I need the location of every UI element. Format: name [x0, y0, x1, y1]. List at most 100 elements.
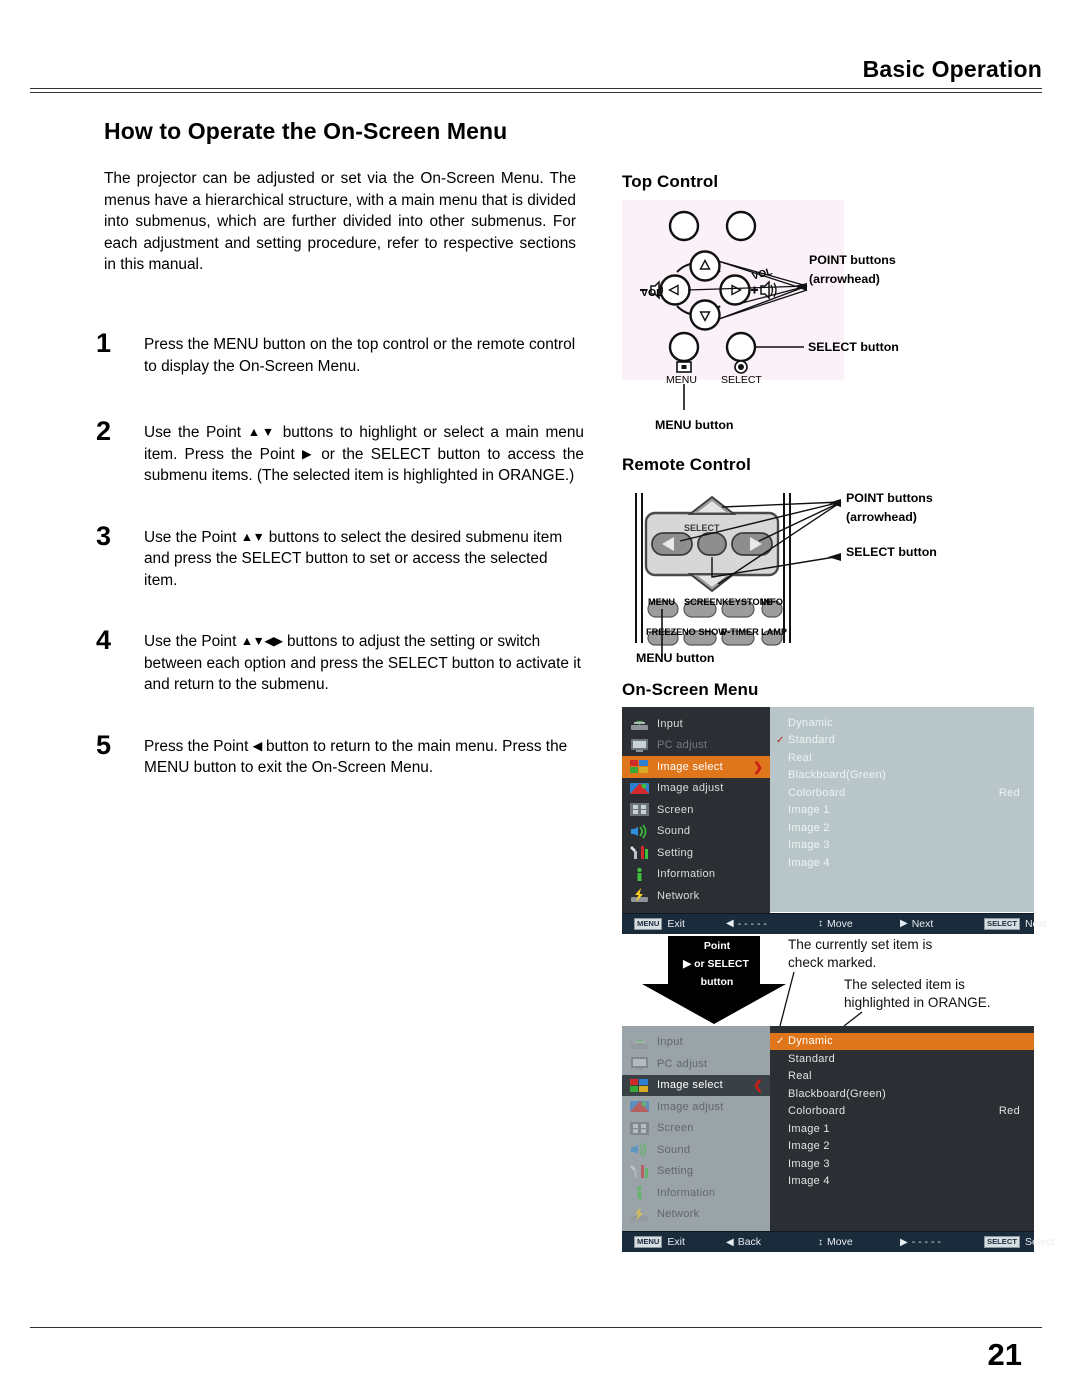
osm-option-dynamic[interactable]: Dynamic — [770, 714, 1034, 732]
input-icon — [629, 1034, 650, 1050]
point-right-glyph: ▶ — [301, 446, 315, 461]
osm-menu-item-setting[interactable]: Setting — [622, 1161, 770, 1183]
step-5: 5 Press the Point ◀ button to return to … — [96, 730, 584, 790]
osm1-status-bar: MENU Exit ◀ - - - - - ↕ Move ▶ Next SELECT Next — [622, 912, 1047, 934]
osm-menu-item-label: Input — [657, 717, 683, 730]
point-updown-glyph: ▲▼ — [240, 529, 265, 544]
osm-option-image-4[interactable]: Image 4 — [770, 1173, 1034, 1191]
osm-menu-item-pc-adjust[interactable]: PC adjust — [622, 1053, 770, 1075]
osm-option-image-4[interactable]: Image 4 — [770, 854, 1034, 872]
osm-key-badge-menu: MENU — [634, 917, 663, 930]
osm-option-dynamic[interactable]: ✓ Dynamic — [770, 1032, 1034, 1050]
osm-option-checkmark-icon: ✓ — [776, 1035, 785, 1047]
osm-option-blackboard-green-[interactable]: Blackboard(Green) — [770, 1085, 1034, 1103]
osm-menu-item-network[interactable]: Network — [622, 885, 770, 907]
osm-menu-item-sound[interactable]: Sound — [622, 821, 770, 843]
information-icon — [629, 867, 650, 882]
osm-status-cell: ↕ Move — [818, 1236, 853, 1248]
remote-control-section: Remote Control SELECT MENU SCREEN KEYSTO… — [622, 455, 1052, 665]
osm-menu-item-label: Screen — [657, 1122, 694, 1135]
remote-select-label: SELECT — [684, 523, 720, 533]
osm-menu-item-image-adjust[interactable]: Image adjust — [622, 778, 770, 800]
osm-option-image-2[interactable]: Image 2 — [770, 1138, 1034, 1156]
osm-menu-item-information[interactable]: Information — [622, 1182, 770, 1204]
osm-menu-item-label: Input — [657, 1036, 683, 1049]
osm-option-blackboard-green-[interactable]: Blackboard(Green) — [770, 767, 1034, 785]
transition-line2: ▶ or SELECT — [668, 958, 764, 970]
remote-btn-label-screen: SCREEN — [684, 597, 723, 607]
osm-option-label: Image 4 — [788, 856, 830, 869]
osm-status-label: Next — [911, 917, 934, 930]
steps-list: 1 Press the MENU button on the top contr… — [96, 328, 584, 824]
osm-option-label: Image 3 — [788, 1157, 830, 1170]
top-blank-button-right — [725, 210, 757, 242]
page-title: How to Operate the On-Screen Menu — [104, 118, 508, 144]
osm-menu-item-input[interactable]: Input — [622, 1032, 770, 1054]
osm-menu-item-label: Image adjust — [657, 782, 724, 795]
osm-option-real[interactable]: Real — [770, 1068, 1034, 1086]
page-number: 21 — [987, 1337, 1022, 1372]
step-text-a: Use the Point — [144, 633, 241, 650]
osm-menu-item-image-select[interactable]: Image select ❯ — [622, 756, 770, 778]
menu-button-circle[interactable] — [668, 331, 700, 363]
osm-menu-item-setting[interactable]: Setting — [622, 842, 770, 864]
osm-option-image-3[interactable]: Image 3 — [770, 1155, 1034, 1173]
osm-status-label: - - - - - — [737, 917, 767, 930]
step-text: Use the Point ▲▼ buttons to highlight or… — [144, 422, 584, 487]
osm-option-colorboard[interactable]: Colorboard Red — [770, 784, 1034, 802]
osm-key-badge-menu: MENU — [634, 1236, 663, 1248]
setting-icon — [629, 1164, 650, 1179]
osm-status-arrow-icon: ▶ — [900, 918, 908, 929]
osm-menu-item-label: Image select — [657, 1079, 723, 1092]
osm-option-standard[interactable]: Standard — [770, 1050, 1034, 1068]
osm-option-label: Image 2 — [788, 821, 830, 834]
osm-option-label: Colorboard — [788, 786, 846, 799]
step-text-a: Use the Point — [144, 528, 241, 546]
osm-menu-item-pc-adjust[interactable]: PC adjust — [622, 735, 770, 757]
osm-menu-item-label: Information — [657, 1186, 716, 1199]
osm-menu-item-network[interactable]: Network — [622, 1204, 770, 1226]
osm-option-real[interactable]: Real — [770, 749, 1034, 767]
osm-menu-item-screen[interactable]: Screen — [622, 799, 770, 821]
osm-option-label: Standard — [788, 1052, 836, 1065]
osm-option-standard[interactable]: ✓ Standard — [770, 732, 1034, 750]
step-4: 4 Use the Point ▲▼◀▶ buttons to adjust t… — [96, 625, 584, 696]
osm-menu-item-sound[interactable]: Sound — [622, 1139, 770, 1161]
image-adjust-icon — [629, 1099, 650, 1114]
osm-status-cell: ◀ - - - - - — [726, 918, 767, 930]
select-button-circle[interactable] — [725, 331, 757, 363]
osm-option-label: Blackboard(Green) — [788, 1087, 887, 1100]
osm-submenu-chevron-icon: ❮ — [752, 1078, 763, 1093]
osm-status-cell: ▶ - - - - - — [900, 1236, 941, 1248]
osm-option-label: Colorboard — [788, 1105, 846, 1118]
osm-status-arrow-icon: ◀ — [726, 1236, 734, 1248]
osm2-option-panel: ✓ Dynamic Standard Real Blackboard(Green) Col… — [770, 1025, 1034, 1231]
select-button-callout: SELECT button — [846, 545, 937, 559]
network-icon — [629, 1206, 650, 1222]
osm-option-label: Dynamic — [788, 1035, 833, 1048]
osm-screenshot-2: Input PC adjust Image select ❮ Image adjust S… — [622, 1025, 1054, 1252]
osm-option-colorboard[interactable]: Colorboard Red — [770, 1103, 1034, 1121]
on-screen-menu-title: On-Screen Menu — [622, 680, 759, 699]
osm-menu-item-image-adjust[interactable]: Image adjust — [622, 1096, 770, 1118]
osm-option-label: Real — [788, 751, 812, 764]
select-button-callout: SELECT button — [808, 340, 899, 354]
osm-status-label: Select — [1024, 1236, 1055, 1248]
osm-option-label: Image 1 — [788, 804, 830, 817]
top-control-section: Top Control VOL VOL MENU SELECT POINT bu… — [622, 172, 1052, 432]
osm-option-image-3[interactable]: Image 3 — [770, 837, 1034, 855]
osm-option-image-1[interactable]: Image 1 — [770, 802, 1034, 820]
transition-line2-text: or SELECT — [694, 957, 749, 970]
point-buttons-callout-line2: (arrowhead) — [809, 272, 880, 286]
osm-option-checkmark-icon: ✓ — [776, 734, 785, 746]
point-buttons-callout-line2: (arrowhead) — [846, 510, 917, 524]
osm-menu-item-information[interactable]: Information — [622, 864, 770, 886]
osm-menu-item-screen[interactable]: Screen — [622, 1118, 770, 1140]
step-number: 5 — [96, 729, 112, 760]
step-number: 4 — [96, 625, 112, 655]
osm-menu-item-input[interactable]: Input — [622, 713, 770, 735]
osm-option-image-2[interactable]: Image 2 — [770, 819, 1034, 837]
osm-option-image-1[interactable]: Image 1 — [770, 1120, 1034, 1138]
osm-status-cell: ▶ Next — [900, 918, 933, 930]
osm-menu-item-image-select[interactable]: Image select ❮ — [622, 1074, 770, 1096]
